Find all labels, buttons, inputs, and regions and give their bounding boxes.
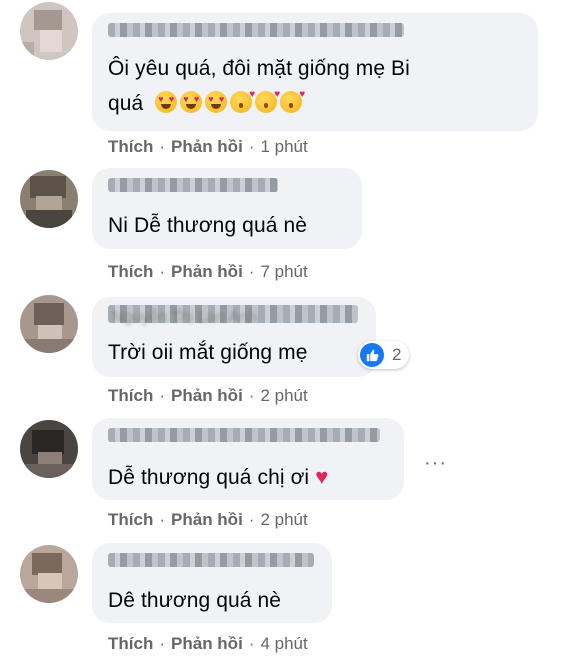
heart-eyes-emoji <box>205 91 228 113</box>
timestamp[interactable]: 2 phút <box>260 386 307 405</box>
comment-text: Ni Dễ thương quá nè <box>108 214 308 237</box>
comment-actions: Thích · Phản hồi · 4 phút <box>108 634 308 654</box>
heart-eyes-emoji <box>180 91 203 113</box>
comment-bubble: Ôi yêu quá, đôi mặt giống mẹ Bi quá <box>92 13 538 131</box>
kiss-emoji <box>280 89 305 113</box>
reply-link[interactable]: Phản hồi <box>171 510 243 529</box>
comment-text: Dê thương quá nè <box>108 589 282 612</box>
separator: · <box>159 386 166 405</box>
comment-bubble: Ni Dễ thương quá nè <box>92 168 362 249</box>
thumbs-up-icon <box>360 343 384 367</box>
comment-actions: Thích · Phản hồi · 1 phút <box>108 137 308 157</box>
red-heart-icon: ♥ <box>315 464 329 489</box>
blurred-author-name[interactable] <box>108 178 278 192</box>
comment-bubble: Dê thương quá nè <box>92 543 332 623</box>
comment-text: Ôi yêu quá, đôi mặt giống mẹ Bi <box>108 57 410 80</box>
blurred-author-name[interactable] <box>108 23 404 37</box>
comment-bubble: Dễ thương quá chị ơi ♥ <box>92 418 404 500</box>
heart-eyes-emoji <box>155 91 178 113</box>
comment-actions: Thích · Phản hồi · 2 phút <box>108 386 308 406</box>
like-link[interactable]: Thích <box>108 386 153 405</box>
separator: · <box>159 510 166 529</box>
emoji-row <box>155 89 305 115</box>
separator: · <box>159 262 166 281</box>
separator: · <box>248 262 255 281</box>
kiss-emoji <box>255 89 280 113</box>
kiss-emoji <box>230 89 255 113</box>
blurred-author-name[interactable] <box>108 553 314 567</box>
timestamp[interactable]: 7 phút <box>260 262 307 281</box>
comment-text: Dễ thương quá chị ơi ♥ <box>108 464 328 490</box>
more-options-icon[interactable]: ··· <box>424 452 447 475</box>
comment-bubble: Nguyễn Thị Lan Anh Trời oii mắt giống mẹ <box>92 297 376 377</box>
reaction-count: 2 <box>392 345 402 364</box>
avatar-pixelated[interactable] <box>20 2 78 60</box>
avatar-pixelated[interactable] <box>20 420 78 478</box>
avatar-pixelated[interactable] <box>20 170 78 228</box>
comment-text: quá <box>108 89 305 116</box>
blurred-author-name[interactable] <box>108 428 380 442</box>
timestamp[interactable]: 1 phút <box>260 137 307 156</box>
like-link[interactable]: Thích <box>108 634 153 653</box>
avatar-pixelated[interactable] <box>20 295 78 353</box>
separator: · <box>248 386 255 405</box>
separator: · <box>159 137 166 156</box>
like-link[interactable]: Thích <box>108 262 153 281</box>
blurred-name-text: Nguyễn Thị Lan Anh <box>112 309 257 326</box>
blurred-author-name[interactable]: Nguyễn Thị Lan Anh <box>108 305 358 326</box>
comment-actions: Thích · Phản hồi · 7 phút <box>108 262 308 282</box>
reply-link[interactable]: Phản hồi <box>171 137 243 156</box>
like-link[interactable]: Thích <box>108 510 153 529</box>
reply-link[interactable]: Phản hồi <box>171 634 243 653</box>
separator: · <box>159 634 166 653</box>
reply-link[interactable]: Phản hồi <box>171 386 243 405</box>
avatar-pixelated[interactable] <box>20 545 78 603</box>
reaction-badge[interactable]: 2 <box>358 341 410 369</box>
timestamp[interactable]: 2 phút <box>260 510 307 529</box>
separator: · <box>248 510 255 529</box>
comment-actions: Thích · Phản hồi · 2 phút <box>108 510 308 530</box>
comment-text: Trời oii mắt giống mẹ <box>108 341 308 364</box>
timestamp[interactable]: 4 phút <box>260 634 307 653</box>
comment-text-line2: quá <box>108 92 144 115</box>
separator: · <box>248 634 255 653</box>
like-link[interactable]: Thích <box>108 137 153 156</box>
comment-text-body: Dễ thương quá chị ơi <box>108 466 310 489</box>
separator: · <box>248 137 255 156</box>
reply-link[interactable]: Phản hồi <box>171 262 243 281</box>
